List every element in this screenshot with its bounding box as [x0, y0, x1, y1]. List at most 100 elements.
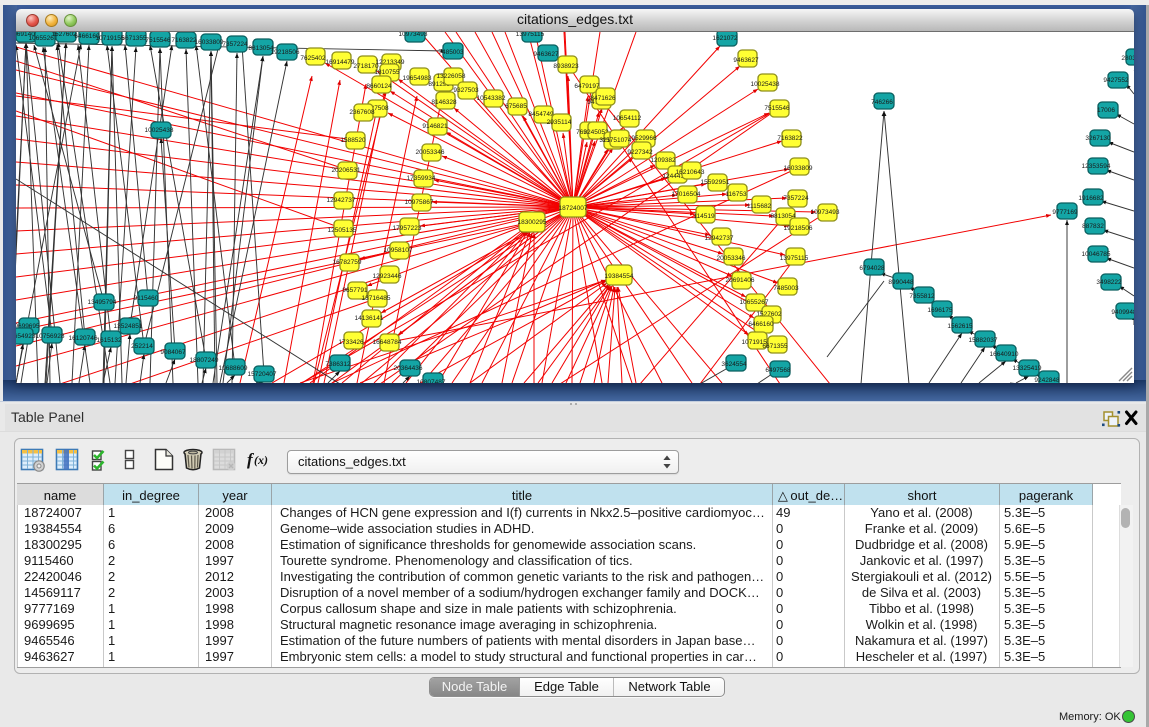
svg-text:1916682: 1916682	[1078, 195, 1104, 202]
svg-text:1810755: 1810755	[374, 69, 400, 76]
svg-text:20691406: 20691406	[726, 277, 755, 284]
svg-text:3624554: 3624554	[721, 361, 747, 368]
svg-text:116753: 116753	[725, 191, 747, 198]
svg-text:18724007: 18724007	[559, 205, 588, 212]
svg-text:8471626: 8471626	[590, 95, 616, 102]
svg-text:6671355: 6671355	[121, 35, 147, 42]
svg-text:16648784: 16648784	[373, 339, 402, 346]
svg-text:1527602: 1527602	[51, 32, 77, 38]
svg-text:8660124: 8660124	[366, 83, 392, 90]
svg-text:18807249: 18807249	[190, 357, 219, 364]
svg-text:13975115: 13975115	[516, 32, 545, 38]
svg-text:17359934: 17359934	[407, 175, 436, 182]
svg-text:10688609: 10688609	[219, 365, 248, 372]
svg-text:7357224: 7357224	[783, 195, 809, 202]
svg-text:12942737: 12942737	[327, 197, 356, 204]
svg-text:17957223: 17957223	[393, 225, 422, 232]
svg-text:2803144: 2803144	[1121, 55, 1134, 62]
svg-text:14136141: 14136141	[355, 315, 384, 322]
svg-text:6671355: 6671355	[762, 343, 788, 350]
svg-text:252214: 252214	[131, 343, 153, 350]
svg-text:10958107: 10958107	[384, 247, 413, 254]
svg-text:9427552: 9427552	[1103, 77, 1129, 84]
svg-text:9529966: 9529966	[631, 135, 657, 142]
svg-text:13975115: 13975115	[780, 255, 809, 262]
svg-text:16640910: 16640910	[990, 351, 1019, 358]
svg-text:1615132: 1615132	[96, 337, 122, 344]
svg-text:20053346: 20053346	[416, 149, 445, 156]
svg-text:12923446: 12923446	[373, 273, 402, 280]
svg-text:12353594: 12353594	[1082, 163, 1111, 170]
svg-text:18300295: 18300295	[518, 219, 547, 226]
svg-text:19218506: 19218506	[271, 49, 300, 56]
svg-text:3267130: 3267130	[1085, 135, 1111, 142]
svg-text:9084067: 9084067	[160, 349, 186, 356]
svg-text:16782759: 16782759	[333, 259, 362, 266]
svg-text:17016504: 17016504	[672, 191, 701, 198]
svg-text:20053346: 20053346	[717, 255, 746, 262]
svg-text:1733426: 1733426	[338, 339, 364, 346]
svg-text:1696175: 1696175	[927, 307, 953, 314]
svg-text:10973493: 10973493	[399, 32, 428, 38]
svg-text:19218506: 19218506	[784, 225, 813, 232]
svg-text:10543382: 10543382	[477, 95, 506, 102]
svg-text:19654923: 19654923	[16, 333, 36, 340]
svg-text:6479197: 6479197	[574, 83, 600, 90]
svg-text:13524851: 13524851	[114, 323, 143, 330]
svg-text:8146328: 8146328	[431, 99, 457, 106]
svg-text:19384554: 19384554	[605, 273, 634, 280]
svg-text:13495794: 13495794	[88, 299, 117, 306]
svg-text:7386312: 7386312	[325, 361, 351, 368]
svg-text:7355812: 7355812	[909, 293, 935, 300]
svg-text:1562615: 1562615	[947, 323, 973, 330]
svg-text:9242848: 9242848	[1034, 377, 1060, 383]
svg-text:17006: 17006	[1097, 107, 1115, 114]
svg-text:9463627: 9463627	[533, 51, 559, 58]
svg-text:15882037: 15882037	[969, 337, 998, 344]
svg-text:1115682: 1115682	[747, 203, 772, 210]
svg-text:10654112: 10654112	[613, 115, 642, 122]
svg-text:9657791: 9657791	[342, 287, 368, 294]
svg-text:8990448: 8990448	[888, 279, 914, 286]
svg-text:15751074: 15751074	[603, 137, 632, 144]
svg-text:7485003: 7485003	[438, 49, 464, 56]
svg-text:20364436: 20364436	[394, 365, 423, 372]
svg-text:6466160: 6466160	[748, 321, 774, 328]
svg-text:16120746: 16120746	[69, 335, 98, 342]
svg-text:8938923: 8938923	[553, 63, 579, 70]
svg-text:9146821: 9146821	[422, 123, 448, 130]
svg-text:2935114: 2935114	[547, 119, 572, 126]
svg-text:8454749: 8454749	[528, 111, 554, 118]
svg-text:2367608: 2367608	[349, 109, 375, 116]
svg-text:15720407: 15720407	[248, 371, 277, 378]
svg-text:10975867: 10975867	[405, 199, 434, 206]
svg-text:10025438: 10025438	[145, 127, 174, 134]
svg-text:9463627: 9463627	[733, 57, 759, 64]
svg-text:1621072: 1621072	[712, 35, 738, 42]
svg-text:1588520: 1588520	[340, 137, 366, 144]
svg-text:6794028: 6794028	[859, 265, 885, 272]
svg-text:13325419: 13325419	[1013, 365, 1042, 372]
svg-text:887832: 887832	[1082, 223, 1104, 230]
svg-text:10655267: 10655267	[740, 299, 769, 306]
svg-text:9409948: 9409948	[1111, 309, 1134, 316]
svg-text:16914479: 16914479	[326, 59, 355, 66]
svg-text:9327503: 9327503	[453, 87, 479, 94]
svg-text:15592951: 15592951	[701, 179, 730, 186]
svg-text:7163822: 7163822	[171, 37, 197, 44]
svg-text:7163822: 7163822	[777, 135, 803, 142]
svg-text:9115460: 9115460	[134, 295, 159, 302]
svg-text:10025438: 10025438	[751, 81, 780, 88]
svg-text:114519: 114519	[693, 213, 715, 220]
svg-text:9777169: 9777169	[1052, 209, 1078, 216]
svg-text:16033809: 16033809	[195, 39, 224, 46]
svg-text:10973493: 10973493	[811, 209, 840, 216]
svg-text:1209382: 1209382	[650, 157, 676, 164]
svg-text:7357224: 7357224	[222, 41, 248, 48]
svg-text:3498222: 3498222	[1096, 279, 1122, 286]
svg-text:10046785: 10046785	[1082, 251, 1111, 258]
svg-text:7485003: 7485003	[773, 285, 799, 292]
svg-text:7515546: 7515546	[145, 37, 171, 44]
svg-text:12505135: 12505135	[328, 227, 357, 234]
svg-text:(x): (x)	[254, 453, 268, 467]
